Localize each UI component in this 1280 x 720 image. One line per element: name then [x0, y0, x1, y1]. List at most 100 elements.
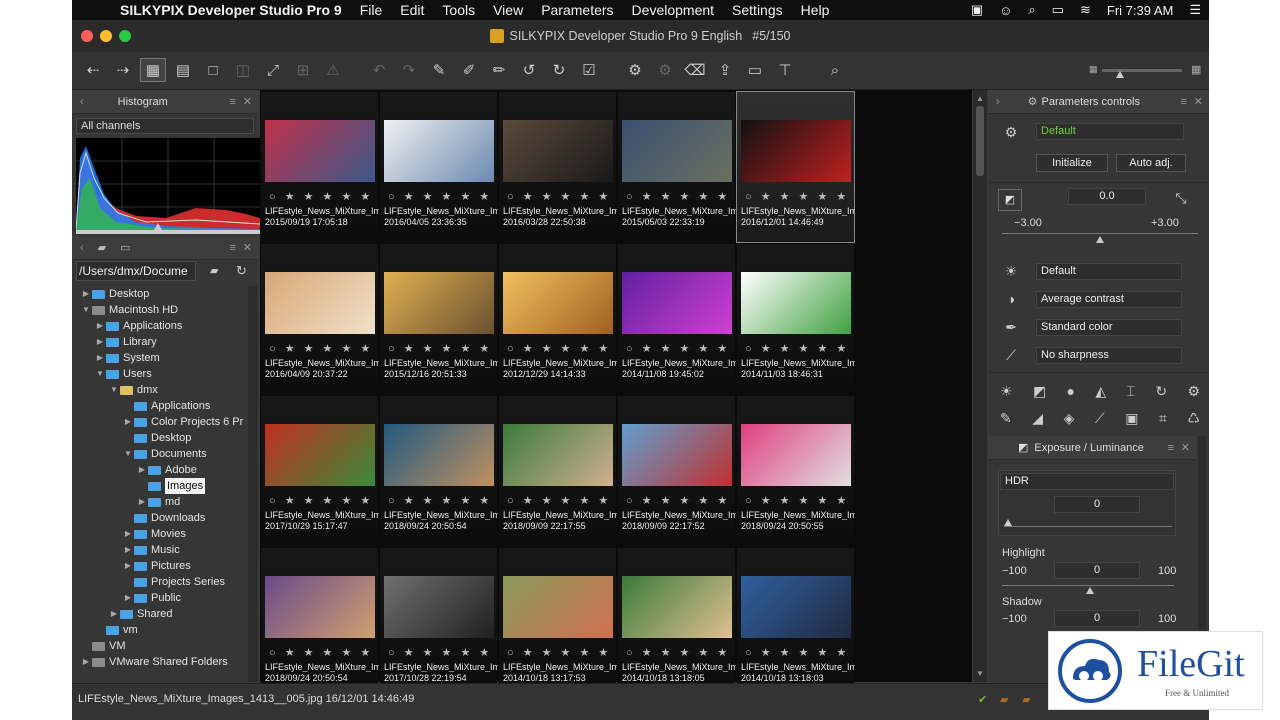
tree-item[interactable]: ▶ Desktop — [72, 286, 250, 302]
thumbnail-card[interactable]: ○ ★ ★ ★ ★ ★ LIFEstyle_News_MiXture_Image2… — [736, 91, 855, 243]
white-balance-select[interactable]: Default — [1036, 263, 1182, 280]
thumbnail-image[interactable] — [503, 576, 613, 638]
collapse-right-icon[interactable]: › — [996, 96, 1000, 108]
thumbnail-image[interactable] — [622, 424, 732, 486]
panel-menu-icon[interactable]: ≡ — [230, 96, 236, 108]
gear-tool-icon[interactable]: ⚙ — [1187, 383, 1200, 400]
gradient-icon[interactable]: ◢ — [1032, 410, 1043, 427]
rating-stars[interactable]: ○ ★ ★ ★ ★ ★ — [507, 494, 611, 507]
batch-develop-icon[interactable]: ⚙ — [652, 58, 678, 82]
tree-item[interactable]: ▼ Macintosh HD — [72, 302, 250, 318]
tag-icon[interactable]: ▰ — [1000, 693, 1008, 706]
rating-stars[interactable]: ○ ★ ★ ★ ★ ★ — [269, 494, 373, 507]
collapsed-arrow-icon[interactable]: ▶ — [122, 414, 134, 430]
hdr-select[interactable]: HDR — [1000, 473, 1174, 490]
tree-item[interactable]: Desktop — [72, 430, 250, 446]
grid-scrollbar[interactable]: ▲ ▼ — [973, 90, 987, 682]
tone-icon[interactable]: ◑ — [1002, 291, 1020, 307]
rating-stars[interactable]: ○ ★ ★ ★ ★ ★ — [388, 190, 492, 203]
tree-item[interactable]: ▶ Shared — [72, 606, 250, 622]
thumbnail-card[interactable]: ○ ★ ★ ★ ★ ★ LIFEstyle_News_MiXture_Images… — [618, 548, 736, 698]
menu-view[interactable]: View — [493, 2, 523, 18]
rating-stars[interactable]: ○ ★ ★ ★ ★ ★ — [269, 646, 373, 659]
thumbnail-image[interactable] — [741, 424, 851, 486]
thumbnail-card[interactable]: ○ ★ ★ ★ ★ ★ LIFEstyle_News_MiXture_Images… — [499, 92, 617, 242]
rating-stars[interactable]: ○ ★ ★ ★ ★ ★ — [388, 342, 492, 355]
rating-stars[interactable]: ○ ★ ★ ★ ★ ★ — [269, 342, 373, 355]
eraser-icon[interactable]: ⌫ — [682, 58, 708, 82]
warning-icon[interactable]: ⚠ — [320, 58, 346, 82]
thumbnail-card[interactable]: ○ ★ ★ ★ ★ ★ LIFEstyle_News_MiXture_Images… — [380, 244, 498, 394]
thumbnail-image[interactable] — [265, 576, 375, 638]
exposure-knob[interactable] — [1096, 236, 1104, 243]
exposure-value-field[interactable]: 0.0 — [1068, 188, 1146, 205]
tree-item[interactable]: ▶ Applications — [72, 318, 250, 334]
collapse-left-icon[interactable]: ‹ — [80, 96, 84, 108]
thumbnail-image[interactable] — [741, 272, 851, 334]
white-balance-icon[interactable]: ☀ — [1002, 263, 1020, 280]
expanded-arrow-icon[interactable]: ▼ — [108, 382, 120, 398]
tree-item[interactable]: ▼ dmx — [72, 382, 250, 398]
thumbnail-image[interactable] — [384, 576, 494, 638]
thumbnail-grid-icon[interactable]: ▦ — [140, 58, 166, 82]
tree-item[interactable]: ▼ Users — [72, 366, 250, 382]
tree-item[interactable]: ▶ System — [72, 350, 250, 366]
rating-stars[interactable]: ○ ★ ★ ★ ★ ★ — [388, 646, 492, 659]
highlight-slider[interactable] — [1002, 585, 1174, 586]
tree-item[interactable]: ▼ Documents — [72, 446, 250, 462]
folder-tab-icon[interactable]: ▰ — [98, 241, 106, 254]
hdr-value[interactable]: 0 — [1054, 496, 1140, 513]
thumbnail-image[interactable] — [622, 120, 732, 182]
fish-icon[interactable]: ◈ — [1064, 410, 1075, 427]
auto-adj-button[interactable]: Auto adj. — [1116, 154, 1186, 172]
thumbnail-card[interactable]: ○ ★ ★ ★ ★ ★ LIFEstyle_News_MiXture_Images… — [499, 244, 617, 394]
thumbnail-image[interactable] — [265, 120, 375, 182]
thumbnail-card[interactable]: ○ ★ ★ ★ ★ ★ LIFEstyle_News_MiXture_Images… — [380, 396, 498, 546]
thumbnail-image[interactable] — [503, 272, 613, 334]
expanded-arrow-icon[interactable]: ▼ — [122, 446, 134, 462]
auto-exposure-icon[interactable]: ⤡ — [1172, 190, 1190, 207]
export-icon[interactable]: ⇪ — [712, 58, 738, 82]
light-icon[interactable]: ☀ — [1000, 383, 1013, 400]
menu-file[interactable]: File — [360, 2, 383, 18]
thumbnail-image[interactable] — [384, 424, 494, 486]
collapsed-arrow-icon[interactable]: ▶ — [122, 542, 134, 558]
tree-item[interactable]: vm — [72, 622, 250, 638]
collapsed-arrow-icon[interactable]: ▶ — [94, 334, 106, 350]
thumbnail-card[interactable]: ○ ★ ★ ★ ★ ★ LIFEstyle_News_MiXture_Images… — [380, 548, 498, 698]
thumbnail-card[interactable]: ○ ★ ★ ★ ★ ★ LIFEstyle_News_MiXture_Images… — [618, 396, 736, 546]
thumbnail-image[interactable] — [741, 120, 851, 182]
recycle-icon[interactable]: ♺ — [1187, 410, 1200, 427]
screen-icon[interactable]: ▭ — [742, 58, 768, 82]
develop-icon[interactable]: ⚙ — [622, 58, 648, 82]
thumbnail-card[interactable]: ○ ★ ★ ★ ★ ★ LIFEstyle_News_MiXture_Images… — [737, 396, 855, 546]
close-exposure-panel-icon[interactable]: ✕ — [1181, 441, 1190, 454]
thumbnail-card[interactable]: ○ ★ ★ ★ ★ ★ LIFEstyle_News_MiXture_Images… — [261, 244, 379, 394]
thumbnail-card[interactable]: ○ ★ ★ ★ ★ ★ LIFEstyle_News_MiXture_Images… — [499, 396, 617, 546]
menu-edit[interactable]: Edit — [400, 2, 424, 18]
rating-stars[interactable]: ○ ★ ★ ★ ★ ★ — [745, 190, 849, 203]
rating-stars[interactable]: ○ ★ ★ ★ ★ ★ — [507, 190, 611, 203]
rating-stars[interactable]: ○ ★ ★ ★ ★ ★ — [507, 342, 611, 355]
exposure-slider[interactable] — [1002, 233, 1198, 234]
highlight-knob[interactable] — [1086, 587, 1094, 594]
menu-development[interactable]: Development — [632, 2, 715, 18]
collapsed-arrow-icon[interactable]: ▶ — [108, 606, 120, 622]
thumbnail-image[interactable] — [622, 576, 732, 638]
redo-icon[interactable]: ↷ — [396, 58, 422, 82]
trash-icon[interactable]: ▰ — [1022, 693, 1030, 706]
preset-select[interactable]: Default — [1036, 123, 1184, 140]
thumbnail-card[interactable]: ○ ★ ★ ★ ★ ★ LIFEstyle_News_MiXture_Images… — [737, 548, 855, 698]
thumbnail-image[interactable] — [622, 272, 732, 334]
tone-select[interactable]: Average contrast — [1036, 291, 1182, 308]
rating-stars[interactable]: ○ ★ ★ ★ ★ ★ — [626, 494, 730, 507]
rating-stars[interactable]: ○ ★ ★ ★ ★ ★ — [745, 494, 849, 507]
clock[interactable]: Fri 7:39 AM — [1107, 3, 1173, 18]
next-image-icon[interactable]: ⇢ — [110, 58, 136, 82]
tree-item[interactable]: ▶ Public — [72, 590, 250, 606]
layers-icon[interactable]: ▣ — [1125, 410, 1138, 427]
params-scrollbar[interactable] — [1198, 436, 1206, 636]
wifi-icon[interactable]: ≋ — [1080, 2, 1091, 18]
fullscreen-icon[interactable]: ⤢ — [260, 58, 286, 82]
histogram-range-bar[interactable] — [76, 230, 260, 234]
